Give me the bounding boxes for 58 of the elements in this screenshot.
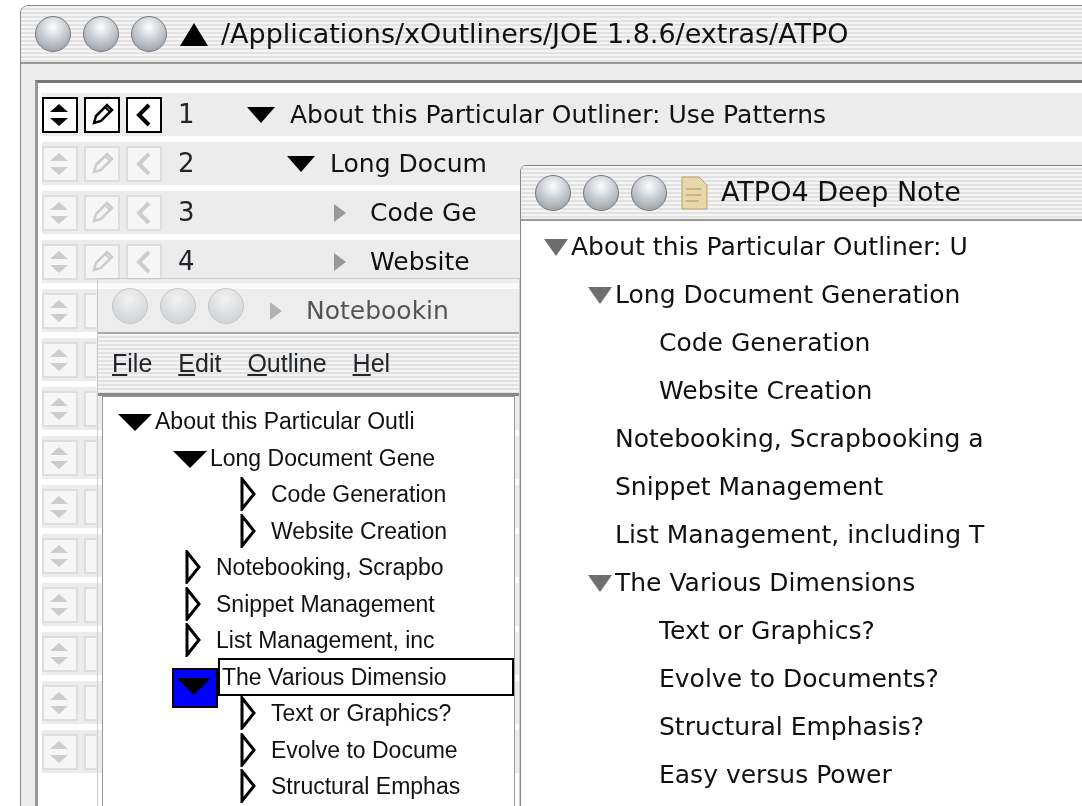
topic-text[interactable]: Long Docum <box>330 144 487 183</box>
menu-item[interactable]: Outline <box>247 344 327 383</box>
topic-text[interactable]: About this Particular Outliner: Use Patterns <box>290 95 827 134</box>
collapsed-triangle-icon[interactable] <box>239 732 257 767</box>
collapsed-triangle-icon[interactable] <box>239 477 257 512</box>
window-title: /Applications/xOutliners/JOE 1.8.6/extras/ATPO <box>221 16 849 51</box>
up-triangle-icon[interactable] <box>179 21 209 47</box>
collapsed-triangle-icon[interactable] <box>239 769 257 804</box>
tree-item[interactable]: Notebooking, Scrapbo <box>216 550 444 585</box>
promote-button[interactable] <box>126 96 162 133</box>
menu-item[interactable]: Edit <box>178 344 222 383</box>
tree-item[interactable]: About this Particular Outli <box>155 404 415 439</box>
tree-item[interactable]: The Various Dimensio <box>218 657 514 696</box>
document-icon <box>679 174 709 211</box>
tree-item[interactable]: Code Generation <box>271 477 447 512</box>
expanded-triangle-icon[interactable] <box>286 153 316 174</box>
tree-item[interactable]: Text or Graphics? <box>271 696 452 731</box>
tree-item[interactable]: Website Creation <box>659 372 873 410</box>
tree-item[interactable]: About this Particular Outliner: U <box>571 228 968 266</box>
menu-item[interactable]: File <box>112 344 153 383</box>
window-title: ATPO4 Deep Note <box>721 175 961 210</box>
move-button[interactable] <box>42 96 78 133</box>
window-button[interactable] <box>583 174 619 211</box>
tree-item[interactable]: List Management, including T <box>615 516 985 554</box>
tree-item[interactable]: Snippet Management <box>615 468 884 506</box>
window-button[interactable] <box>131 16 167 52</box>
tree-item[interactable]: Long Document Gene <box>210 440 436 475</box>
tree-item[interactable]: List Management, inc <box>216 623 435 658</box>
window-button[interactable] <box>35 16 71 52</box>
window-button[interactable] <box>535 174 571 211</box>
topic-text[interactable]: Website <box>370 242 470 281</box>
collapsed-triangle-icon[interactable] <box>184 586 202 621</box>
tree-item[interactable]: Code Generation <box>659 324 871 362</box>
tree-item[interactable]: Evolve to Docume <box>271 732 458 767</box>
row-number: 3 <box>177 196 196 229</box>
collapsed-triangle-icon[interactable] <box>184 623 202 658</box>
tree-item[interactable]: Long Document Generation <box>615 276 961 314</box>
tree-item[interactable]: Structural Emphas <box>271 769 461 804</box>
edit-button[interactable] <box>84 96 120 133</box>
tree-item[interactable]: Notebooking, Scrapbooking a <box>615 420 984 458</box>
tree-item[interactable]: Evolve to Documents? <box>659 660 939 698</box>
tree-item[interactable]: The Various Dimensions <box>615 564 916 602</box>
menu-item[interactable]: Hel <box>352 344 391 383</box>
window-button[interactable] <box>631 174 667 211</box>
tree-item[interactable]: Website Creation <box>271 513 447 548</box>
row-number: 2 <box>177 147 196 180</box>
tree-item[interactable]: Text or Graphics? <box>659 612 875 650</box>
window-button[interactable] <box>83 16 119 52</box>
topic-text[interactable]: Code Ge <box>370 193 477 232</box>
collapsed-triangle-icon[interactable] <box>184 550 202 585</box>
row-number: 4 <box>177 245 196 278</box>
collapsed-triangle-icon[interactable] <box>239 513 257 548</box>
tree-item[interactable]: Easy versus Power <box>659 756 892 794</box>
tree-item[interactable]: Snippet Management <box>216 586 435 621</box>
tree-item[interactable]: Structural Emphasis? <box>659 708 925 746</box>
collapsed-triangle-icon[interactable] <box>239 696 257 731</box>
row-number: 1 <box>177 98 196 131</box>
expanded-triangle-icon[interactable] <box>246 104 276 125</box>
